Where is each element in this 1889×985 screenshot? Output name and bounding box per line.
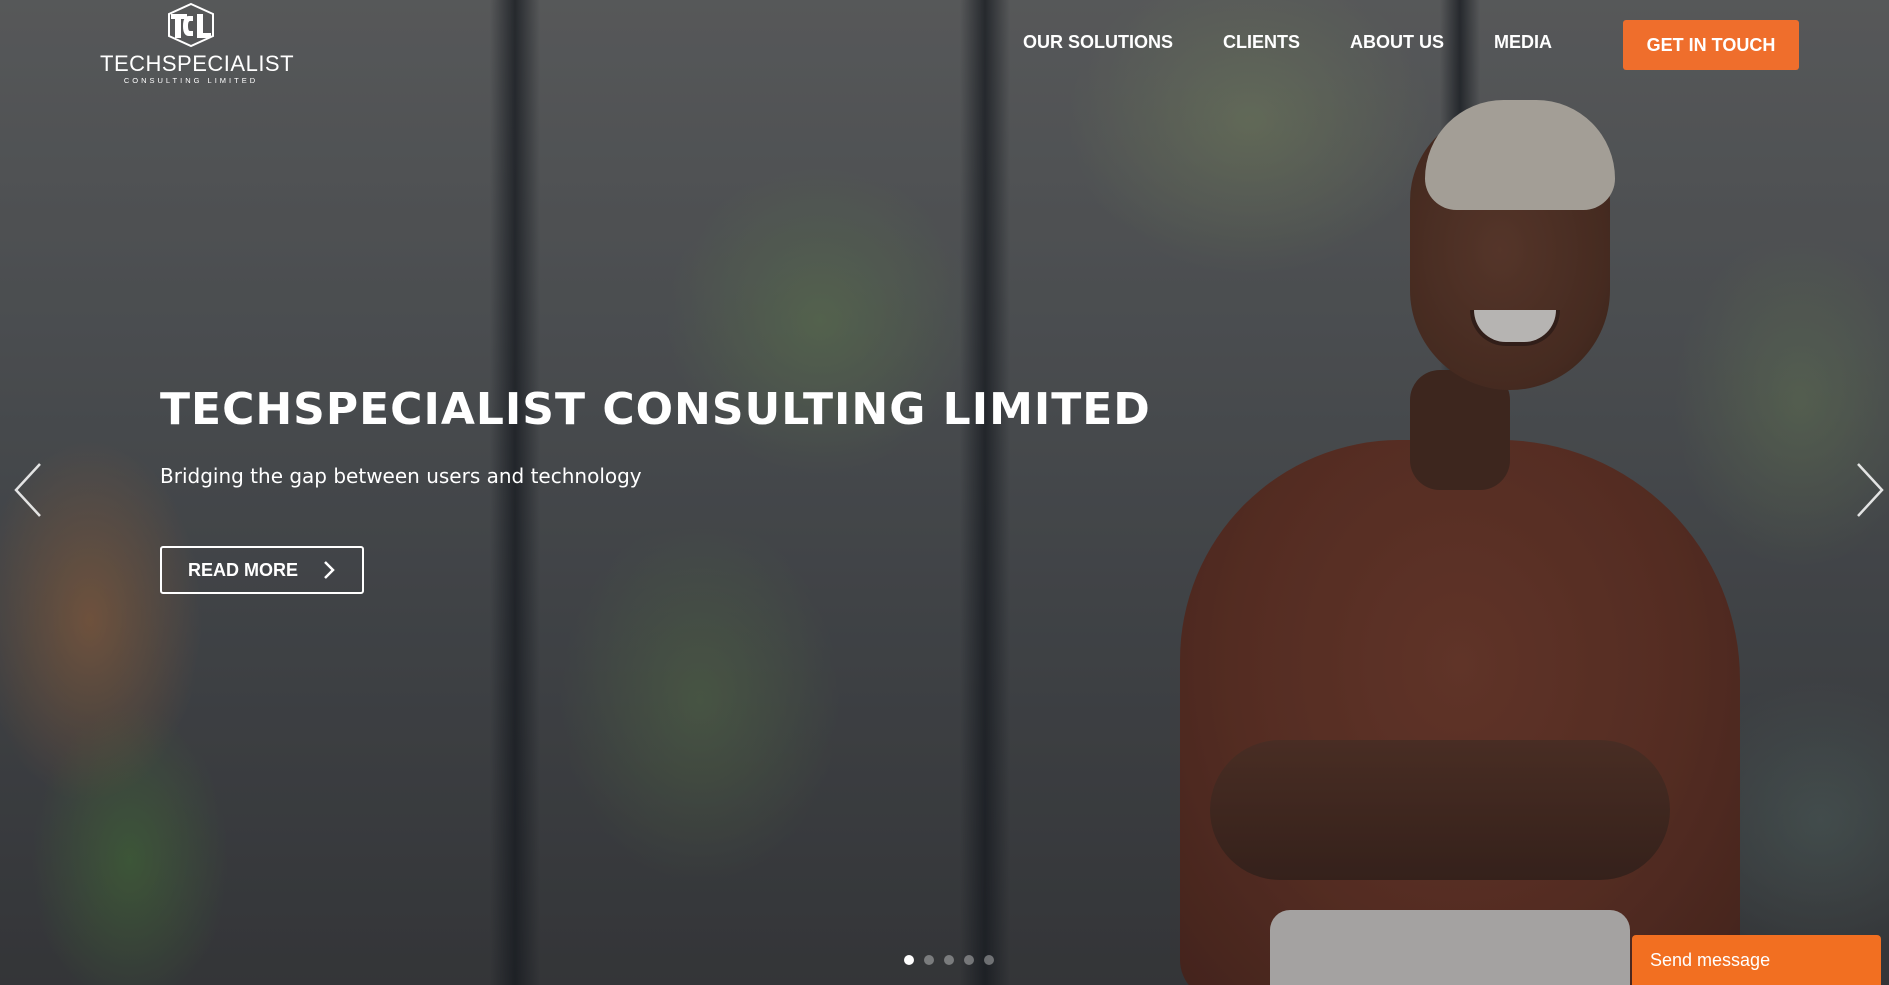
nav-item-media[interactable]: MEDIA — [1494, 32, 1552, 53]
read-more-label: READ MORE — [188, 559, 299, 580]
send-message-button[interactable]: Send message — [1632, 935, 1881, 985]
main-nav: OUR SOLUTIONS CLIENTS ABOUT US MEDIA — [1023, 32, 1602, 53]
slider-dot[interactable] — [984, 955, 994, 965]
site-header: TECHSPECIALIST CONSULTING LIMITED OUR SO… — [0, 0, 1889, 90]
slider-dot[interactable] — [904, 955, 914, 965]
slider-dot[interactable] — [924, 955, 934, 965]
logo-brand-text: TECHSPECIALIST — [100, 51, 295, 76]
read-more-button[interactable]: READ MORE — [160, 546, 364, 594]
chevron-right-icon — [324, 561, 335, 579]
slider-next-arrow[interactable] — [1852, 460, 1886, 520]
logo-mark-icon — [168, 2, 214, 48]
chevron-left-icon — [14, 463, 41, 517]
hero-overlay — [0, 0, 1889, 985]
get-in-touch-button[interactable]: GET IN TOUCH — [1623, 20, 1799, 70]
hero-slider: TECHSPECIALIST CONSULTING LIMITED OUR SO… — [0, 0, 1889, 985]
hero-title: TECHSPECIALIST CONSULTING LIMITED — [160, 384, 1151, 435]
slider-pagination — [904, 955, 994, 965]
logo-tagline: CONSULTING LIMITED — [123, 76, 259, 85]
slider-prev-arrow[interactable] — [12, 460, 46, 520]
nav-item-clients[interactable]: CLIENTS — [1223, 32, 1300, 53]
nav-item-about-us[interactable]: ABOUT US — [1350, 32, 1444, 53]
slider-dot[interactable] — [964, 955, 974, 965]
nav-item-our-solutions[interactable]: OUR SOLUTIONS — [1023, 32, 1173, 53]
chevron-right-icon — [1857, 463, 1884, 517]
hero-subtitle: Bridging the gap between users and techn… — [160, 464, 642, 488]
site-logo[interactable]: TECHSPECIALIST CONSULTING LIMITED — [100, 2, 295, 88]
slider-dot[interactable] — [944, 955, 954, 965]
